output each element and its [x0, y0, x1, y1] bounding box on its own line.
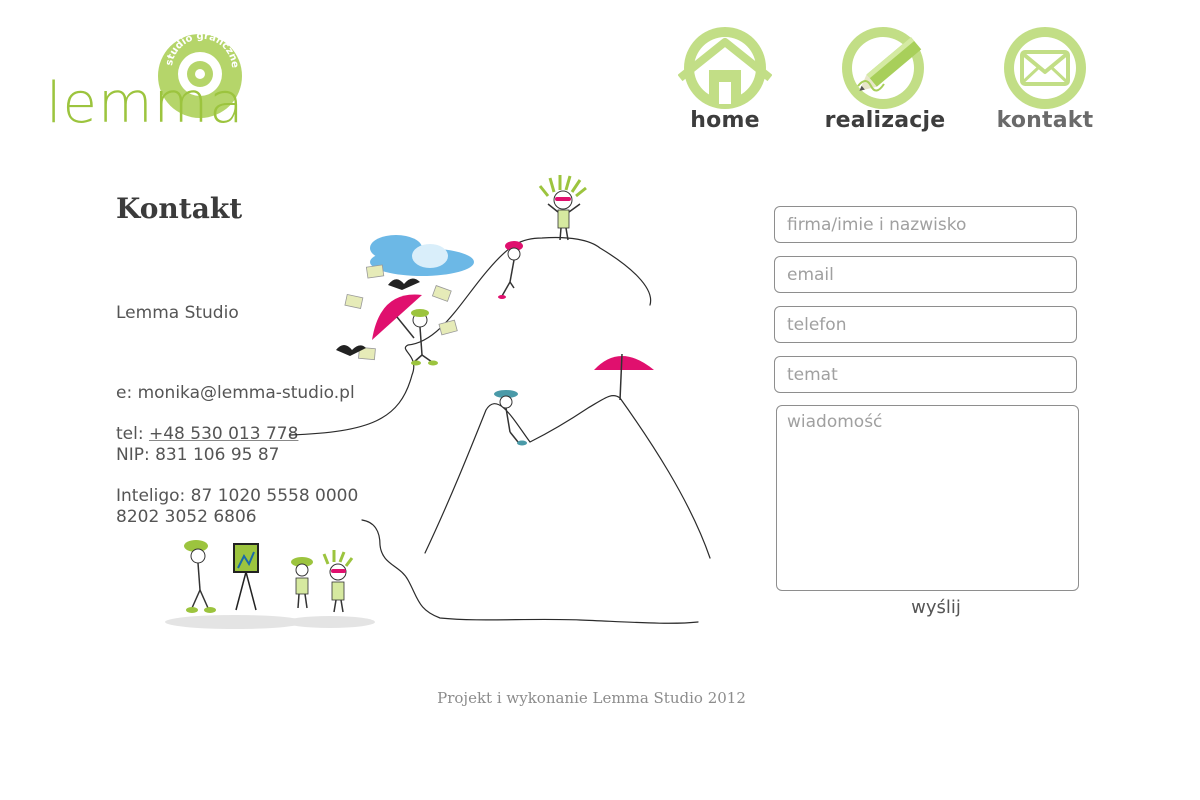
logo-wordmark: lemma: [46, 71, 244, 128]
logo-mark: studio graficzne lemma: [46, 31, 244, 136]
nav-kontakt-label: kontakt: [996, 108, 1094, 133]
nav-realizacje-label: realizacje: [824, 108, 946, 133]
subject-input[interactable]: [774, 356, 1077, 393]
nav-home-label: home: [690, 108, 760, 133]
email-input[interactable]: [774, 256, 1077, 293]
nav-kontakt[interactable]: kontakt: [980, 24, 1110, 142]
cloud-illustration: [370, 235, 474, 276]
nav-home[interactable]: home: [660, 24, 790, 142]
name-input[interactable]: [774, 206, 1077, 243]
send-button[interactable]: wyślij: [896, 595, 976, 619]
envelope-icon: [1004, 27, 1086, 109]
phone-input[interactable]: [774, 306, 1077, 343]
pencil-icon: [842, 27, 924, 109]
footer-credits: Projekt i wykonanie Lemma Studio 2012: [437, 689, 746, 707]
nav-realizacje[interactable]: realizacje: [820, 24, 950, 142]
phone-prefix: tel:: [116, 424, 149, 444]
mountain-illustration: [165, 175, 711, 629]
house-icon: [678, 27, 772, 109]
logo[interactable]: studio graficzne lemma: [40, 28, 260, 136]
message-textarea[interactable]: [776, 405, 1079, 591]
